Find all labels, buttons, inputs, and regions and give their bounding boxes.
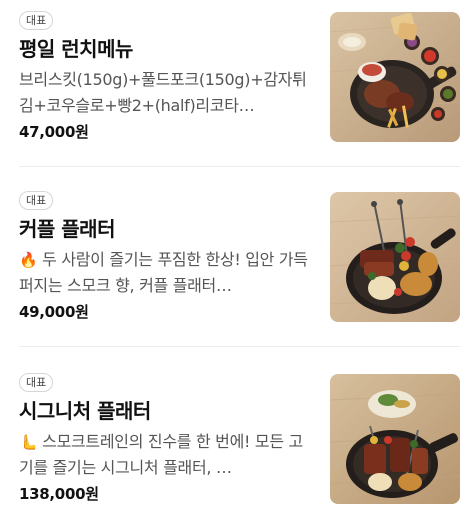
menu-item-price: 47,000원: [19, 123, 89, 141]
fire-icon: 🔥: [19, 251, 38, 269]
menu-item-description-text: 두 사람이 즐기는 푸짐한 한상! 입안 가득 퍼지는 스모크 향, 커플 플래…: [19, 250, 308, 295]
menu-item[interactable]: 대표 커플 플래터 🔥 두 사람이 즐기는 푸짐한 한상! 입안 가득 퍼지는 …: [0, 180, 467, 340]
menu-item-photo[interactable]: [330, 192, 460, 322]
divider: [19, 346, 460, 347]
menu-item[interactable]: 대표 시그니처 플래터 🫷 스모크트레인의 진수를 한 번에! 모든 고기를 즐…: [0, 362, 467, 522]
menu-item-description: 브리스킷(150g)+풀드포크(150g)+감자튀김+코우슬로+빵2+(half…: [19, 67, 315, 119]
menu-item-name: 시그니처 플래터: [19, 399, 151, 423]
menu-item-price: 49,000원: [19, 303, 89, 321]
menu-item-info: 대표 커플 플래터 🔥 두 사람이 즐기는 푸짐한 한상! 입안 가득 퍼지는 …: [19, 189, 319, 322]
menu-item-description: 🫷 스모크트레인의 진수를 한 번에! 모든 고기를 즐기는 시그니처 플래터,…: [19, 429, 315, 481]
menu-item-name: 커플 플래터: [19, 217, 115, 241]
menu-item-price: 138,000원: [19, 485, 99, 503]
hand-icon: 🫷: [19, 433, 38, 451]
divider: [19, 166, 460, 167]
menu-item-info: 대표 평일 런치메뉴 브리스킷(150g)+풀드포크(150g)+감자튀김+코우…: [19, 9, 319, 142]
menu-item-photo[interactable]: [330, 374, 460, 504]
menu-item-description-text: 스모크트레인의 진수를 한 번에! 모든 고기를 즐기는 시그니처 플래터, …: [19, 432, 303, 477]
menu-item[interactable]: 대표 평일 런치메뉴 브리스킷(150g)+풀드포크(150g)+감자튀김+코우…: [0, 0, 467, 160]
representative-badge: 대표: [19, 11, 54, 30]
menu-item-description: 🔥 두 사람이 즐기는 푸짐한 한상! 입안 가득 퍼지는 스모크 향, 커플 …: [19, 247, 315, 299]
menu-item-description-text: 브리스킷(150g)+풀드포크(150g)+감자튀김+코우슬로+빵2+(half…: [19, 70, 307, 115]
representative-badge: 대표: [19, 373, 54, 392]
menu-item-name: 평일 런치메뉴: [19, 37, 133, 61]
menu-item-photo[interactable]: [330, 12, 460, 142]
menu-item-info: 대표 시그니처 플래터 🫷 스모크트레인의 진수를 한 번에! 모든 고기를 즐…: [19, 371, 319, 504]
representative-badge: 대표: [19, 191, 54, 210]
menu-list: 대표 평일 런치메뉴 브리스킷(150g)+풀드포크(150g)+감자튀김+코우…: [0, 0, 467, 524]
